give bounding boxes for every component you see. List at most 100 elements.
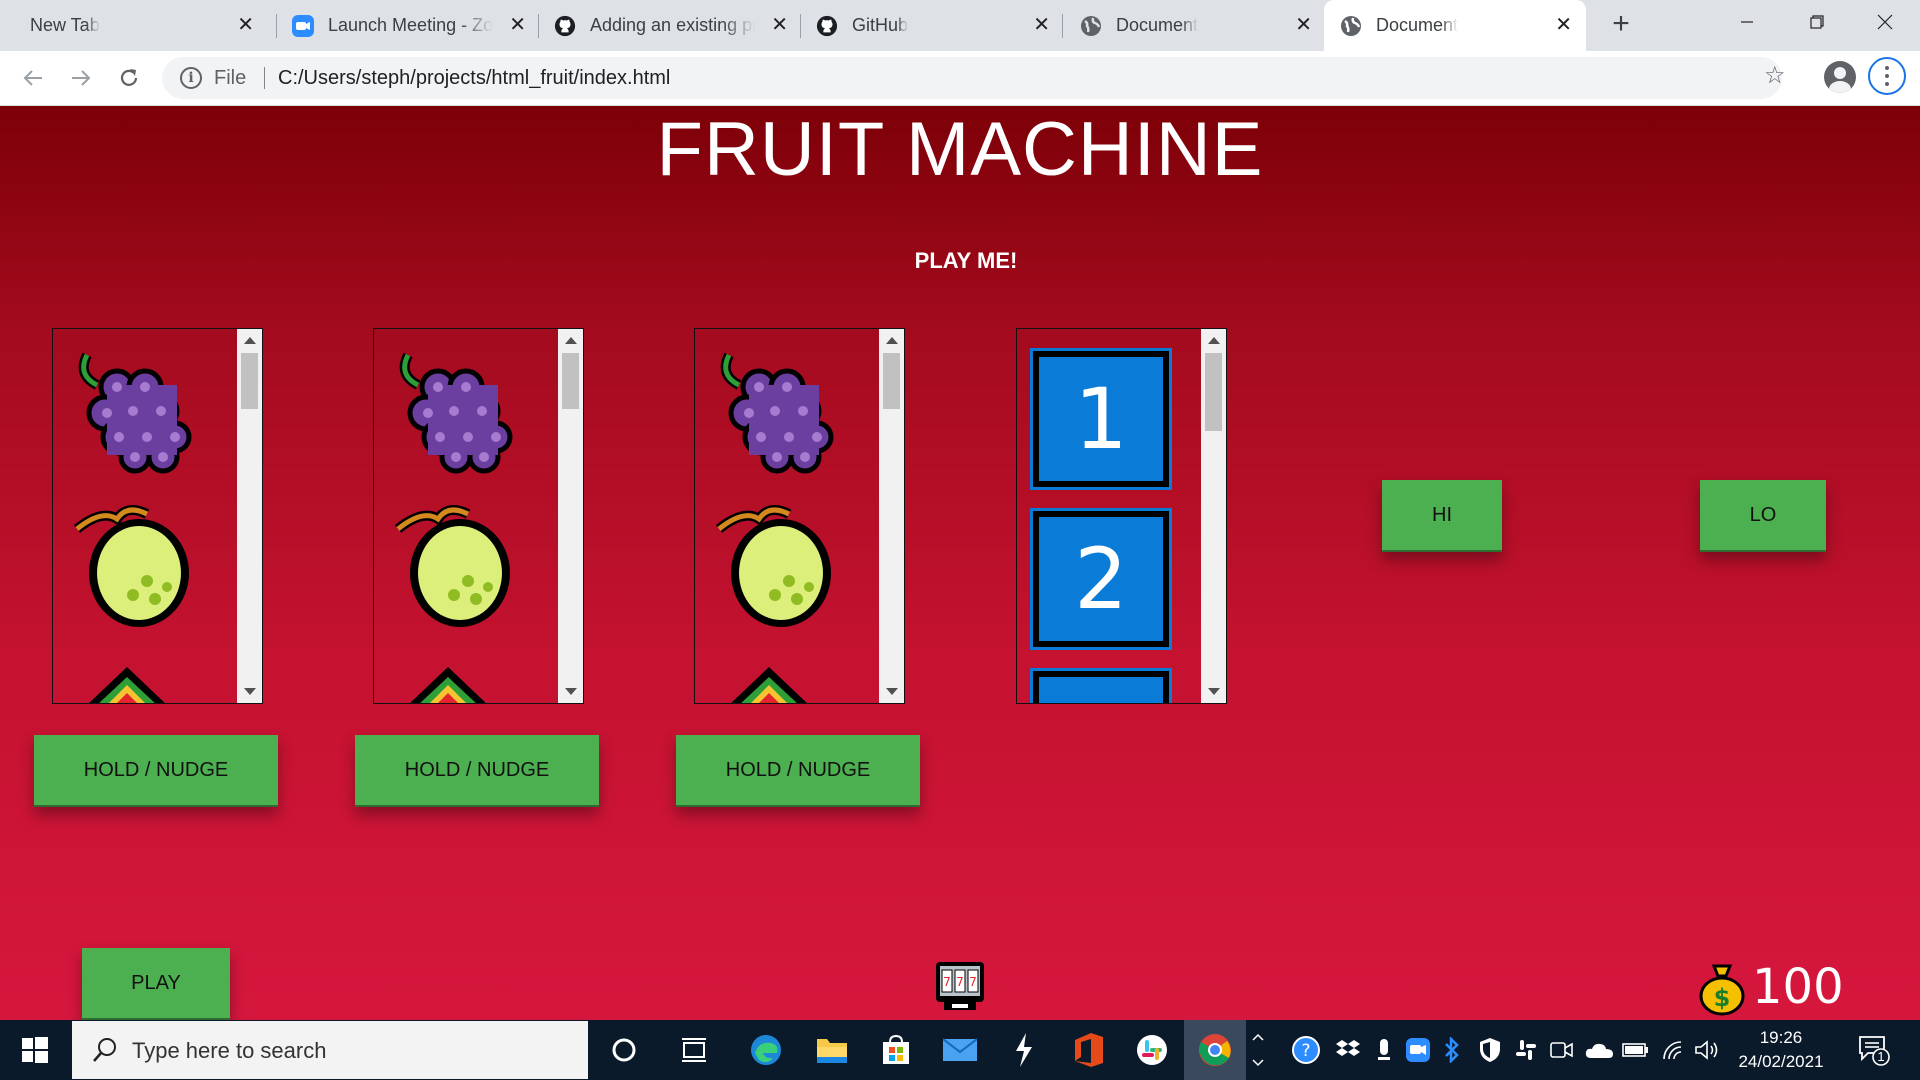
security-shield-icon[interactable]: [1472, 1032, 1508, 1068]
search-placeholder: Type here to search: [132, 1038, 327, 1063]
browser-menu-icon[interactable]: [1868, 57, 1906, 95]
microphone-icon[interactable]: [1366, 1032, 1402, 1068]
chrome-icon[interactable]: [1197, 1032, 1233, 1068]
forward-button[interactable]: [62, 59, 100, 97]
tab-title: Document: [1376, 15, 1459, 35]
hold-nudge-button-2[interactable]: HOLD / NUDGE: [355, 735, 599, 807]
onedrive-icon[interactable]: [1582, 1032, 1618, 1068]
profile-avatar-icon[interactable]: [1824, 61, 1856, 93]
close-icon[interactable]: ✕: [1555, 14, 1572, 36]
scroll-up-icon[interactable]: [244, 337, 256, 344]
mail-icon[interactable]: [942, 1032, 978, 1068]
visual-studio-code-icon[interactable]: [1006, 1032, 1042, 1068]
reel-scrollbar[interactable]: [558, 329, 583, 703]
reel-2[interactable]: [373, 328, 584, 704]
tab-github-adding[interactable]: Adding an existing project ✕: [540, 0, 802, 51]
reel-scrollbar[interactable]: [879, 329, 904, 703]
reel-scrollbar[interactable]: [1201, 329, 1226, 703]
bookmark-star-icon[interactable]: ☆: [1764, 61, 1786, 90]
svg-text:$: $: [1714, 984, 1731, 1012]
battery-icon[interactable]: [1618, 1032, 1654, 1068]
new-tab-button[interactable]: +: [1604, 8, 1638, 42]
globe-icon: [1340, 15, 1362, 37]
office-icon[interactable]: [1070, 1032, 1106, 1068]
status-message: PLAY ME!: [914, 248, 1018, 273]
close-window-button[interactable]: [1854, 0, 1916, 44]
restore-button[interactable]: [1786, 0, 1848, 44]
scroll-up-icon[interactable]: [886, 337, 898, 344]
scroll-thumb[interactable]: [883, 353, 900, 409]
github-icon: [816, 15, 838, 37]
address-bar[interactable]: i File C:/Users/steph/projects/html_frui…: [162, 57, 1782, 99]
tab-github[interactable]: GitHub ✕: [802, 0, 1064, 51]
number-tile: 3: [1030, 668, 1172, 703]
bluetooth-icon[interactable]: [1434, 1032, 1470, 1068]
system-clock[interactable]: 19:26 24/02/2021: [1736, 1026, 1826, 1074]
close-icon[interactable]: ✕: [1295, 14, 1312, 36]
chevron-up-icon[interactable]: [1245, 1032, 1271, 1068]
slack-icon[interactable]: [1134, 1032, 1170, 1068]
scroll-down-icon[interactable]: [565, 688, 577, 695]
clock-date: 24/02/2021: [1738, 1052, 1824, 1071]
hi-button[interactable]: HI: [1382, 480, 1502, 552]
scroll-up-icon[interactable]: [565, 337, 577, 344]
url-scheme: File: [214, 67, 247, 89]
url-text[interactable]: C:/Users/steph/projects/html_fruit/index…: [278, 67, 670, 90]
reload-button[interactable]: [110, 59, 148, 97]
start-button[interactable]: [0, 1020, 70, 1080]
edge-icon[interactable]: [748, 1032, 784, 1068]
number-reel[interactable]: 1 2 3: [1016, 328, 1227, 704]
close-icon[interactable]: ✕: [771, 14, 788, 36]
scroll-thumb[interactable]: [241, 353, 258, 409]
taskbar-search[interactable]: Type here to search: [72, 1021, 588, 1079]
tab-zoom[interactable]: Launch Meeting - Zoom ✕: [278, 0, 540, 51]
minimize-button[interactable]: [1716, 0, 1778, 44]
scroll-up-icon[interactable]: [1208, 337, 1220, 344]
microsoft-store-icon[interactable]: [878, 1032, 914, 1068]
globe-icon: [1080, 15, 1102, 37]
tab-document[interactable]: Document ✕: [1064, 0, 1326, 51]
close-icon[interactable]: ✕: [1033, 14, 1050, 36]
play-button[interactable]: PLAY: [82, 948, 230, 1020]
meet-now-icon[interactable]: [1544, 1032, 1580, 1068]
tab-document-active[interactable]: Document ✕: [1324, 0, 1586, 51]
tab-new-tab[interactable]: New Tab ✕: [16, 0, 268, 51]
tab-title: Launch Meeting - Zoom: [328, 15, 493, 35]
volume-icon[interactable]: [1690, 1032, 1726, 1068]
windows-logo-icon: [22, 1037, 48, 1063]
info-icon[interactable]: i: [180, 67, 202, 89]
scroll-thumb[interactable]: [1205, 353, 1222, 431]
lo-button[interactable]: LO: [1700, 480, 1826, 552]
task-view-icon[interactable]: [676, 1032, 712, 1068]
back-button[interactable]: [14, 59, 52, 97]
money-bag-icon: $: [1699, 964, 1745, 1016]
notification-count: 1: [1877, 1049, 1885, 1064]
tab-title: Document: [1116, 15, 1199, 35]
close-icon[interactable]: ✕: [237, 14, 254, 36]
number-tile: 1: [1030, 348, 1172, 490]
scroll-down-icon[interactable]: [244, 688, 256, 695]
cortana-icon[interactable]: [606, 1032, 642, 1068]
zoom-tray-icon[interactable]: [1400, 1032, 1436, 1068]
tab-separator: [800, 14, 801, 38]
hold-nudge-button-3[interactable]: HOLD / NUDGE: [676, 735, 920, 807]
help-icon[interactable]: ?: [1288, 1032, 1324, 1068]
slack-tray-icon[interactable]: [1508, 1032, 1544, 1068]
scroll-down-icon[interactable]: [886, 688, 898, 695]
reel-3[interactable]: [694, 328, 905, 704]
dropbox-icon[interactable]: [1330, 1032, 1366, 1068]
scroll-down-icon[interactable]: [1208, 688, 1220, 695]
reel-1[interactable]: [52, 328, 263, 704]
scroll-thumb[interactable]: [562, 353, 579, 409]
grapes-icon: [720, 352, 834, 474]
search-icon: [93, 1038, 116, 1062]
svg-text:7: 7: [969, 975, 977, 989]
reel-scrollbar[interactable]: [237, 329, 262, 703]
forward-arrow-icon: [72, 70, 91, 86]
wifi-icon[interactable]: [1656, 1032, 1692, 1068]
close-icon[interactable]: ✕: [509, 14, 526, 36]
watermelon-icon: [731, 667, 807, 703]
notification-center-icon[interactable]: 1: [1858, 1034, 1890, 1066]
hold-nudge-button-1[interactable]: HOLD / NUDGE: [34, 735, 278, 807]
file-explorer-icon[interactable]: [814, 1032, 850, 1068]
